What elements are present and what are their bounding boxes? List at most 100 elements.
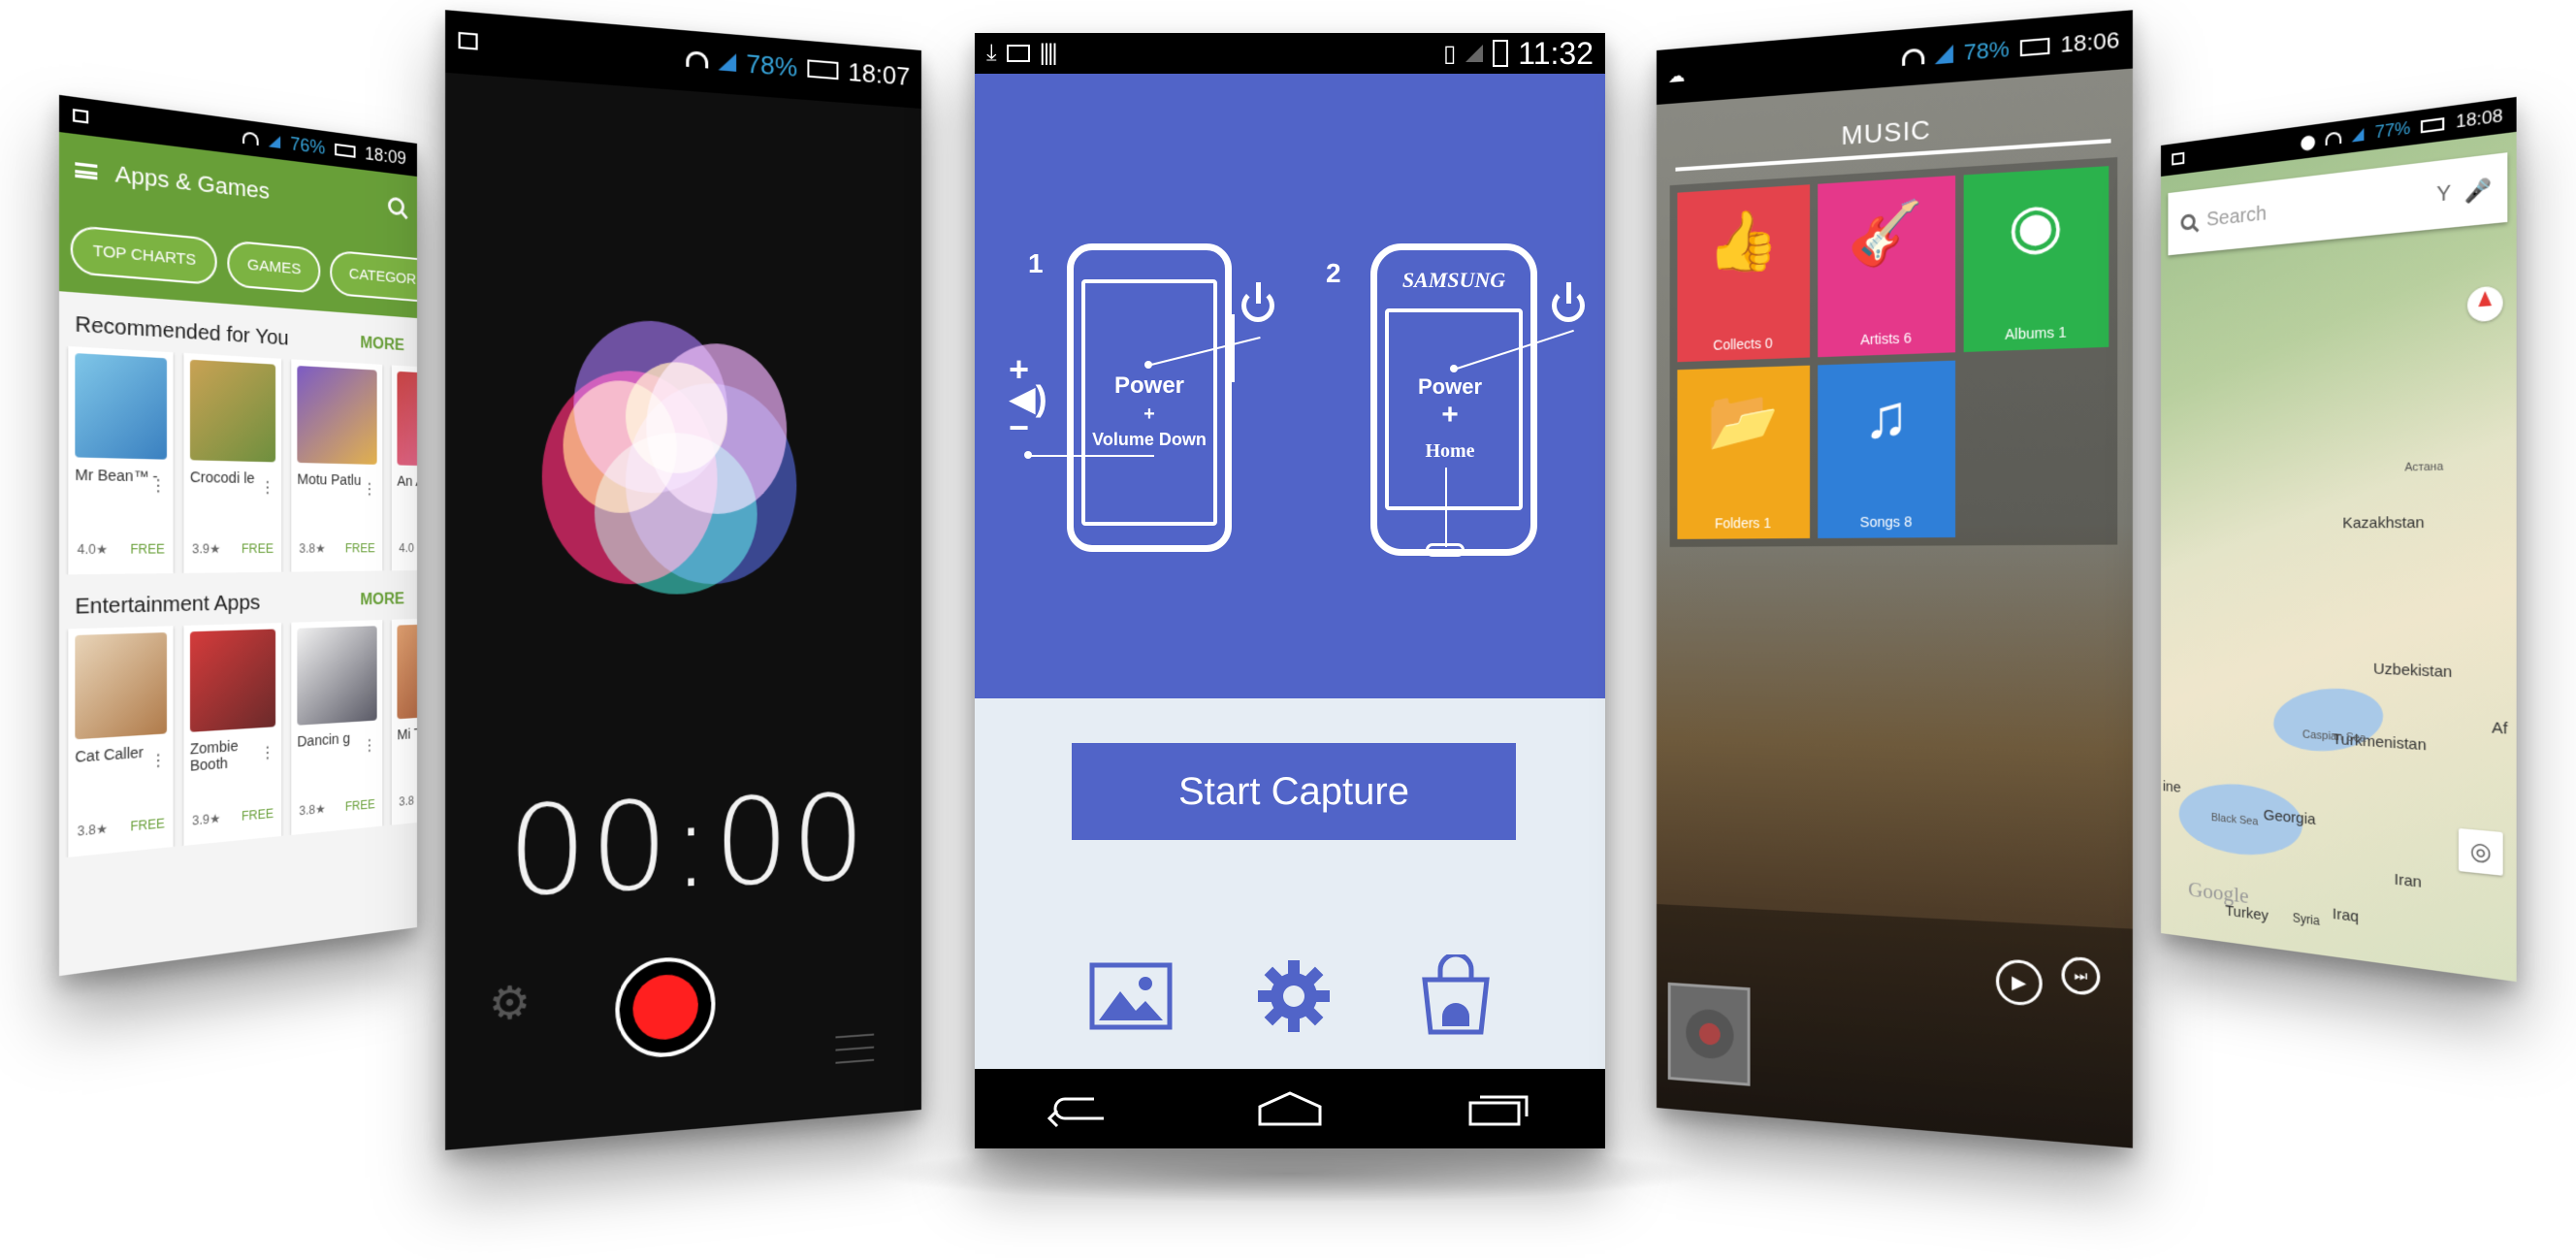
- thumbs-up-icon: 👍: [1706, 206, 1780, 276]
- my-location-icon[interactable]: ◎: [2458, 827, 2503, 876]
- list-menu-icon[interactable]: [835, 1033, 875, 1064]
- home-icon[interactable]: [1256, 1089, 1324, 1128]
- next-icon[interactable]: ⏭: [2061, 955, 2101, 996]
- maps-phone: ⬤ 77% 18:08 Kazakhstan Uzbekistan Turkme…: [2161, 96, 2517, 983]
- signal-icon: [1934, 44, 1953, 65]
- back-icon[interactable]: [1046, 1089, 1113, 1128]
- more-button[interactable]: MORE: [360, 591, 404, 609]
- overflow-menu-icon[interactable]: ⋮: [149, 752, 167, 771]
- app-card[interactable]: Zombie Booth ⋮ 3.9★ FREE: [183, 623, 282, 846]
- settings-gear-icon[interactable]: [1256, 958, 1332, 1034]
- directions-icon[interactable]: Y: [2436, 181, 2451, 208]
- status-time: 18:06: [2060, 26, 2120, 58]
- tile-artists[interactable]: 🎸 Artists 6: [1817, 175, 1956, 358]
- app-card[interactable]: Dancin g ⋮ 3.8★ FREE: [291, 620, 383, 835]
- tile-collects[interactable]: 👍 Collects 0: [1677, 184, 1810, 363]
- app-card[interactable]: Mi Th 3.8: [391, 619, 418, 825]
- app-card[interactable]: Mr Bean™ - ⋮ 4.0★ FREE: [68, 345, 174, 575]
- music-note-icon: ♫: [1863, 382, 1909, 451]
- app-thumbnail: [75, 631, 168, 740]
- tile-albums[interactable]: ◉ Albums 1: [1964, 166, 2109, 352]
- app-rating: 3.9★: [192, 541, 221, 557]
- start-capture-button[interactable]: Start Capture: [1072, 743, 1516, 840]
- tile-label: Albums 1: [2005, 323, 2067, 343]
- section-recommended: Recommended for You MORE Mr Bean™ - ⋮ 4.…: [59, 302, 418, 575]
- wifi-icon: [2325, 131, 2342, 146]
- app-name: Mi Th: [397, 725, 418, 743]
- play-icon[interactable]: ▶: [1995, 958, 2043, 1007]
- wifi-icon: [1902, 48, 1925, 66]
- place-label: Iraq: [2332, 905, 2359, 926]
- tile-label: Artists 6: [1860, 329, 1912, 348]
- signal-icon: [718, 51, 737, 72]
- home-label: Home: [1425, 440, 1475, 462]
- section-entertainment: Entertainment Apps MORE Cat Caller ⋮ 3.8…: [59, 580, 418, 858]
- playstore-phone: 76% 18:09 Apps & Games TOP CHARTS GAMES …: [58, 94, 418, 977]
- gallery-icon[interactable]: [1089, 962, 1173, 1030]
- overflow-menu-icon[interactable]: ⋮: [260, 744, 275, 762]
- app-name: An An: [397, 472, 417, 490]
- search-icon[interactable]: [388, 196, 404, 216]
- vinyl-icon: ◉: [2008, 189, 2064, 262]
- place-label-small: Af: [2492, 719, 2508, 739]
- record-button[interactable]: [615, 954, 716, 1061]
- tile-label: Collects 0: [1713, 335, 1773, 353]
- compass-icon[interactable]: [2466, 285, 2503, 323]
- section-title: Entertainment Apps: [75, 591, 261, 619]
- chip-categories[interactable]: CATEGORIES: [330, 248, 418, 305]
- side-button: [1225, 314, 1235, 382]
- overflow-menu-icon[interactable]: ⋮: [362, 481, 376, 499]
- search-input[interactable]: Search: [2206, 184, 2424, 232]
- app-card[interactable]: Motu Patlu ⋮ 3.8★ FREE: [291, 359, 383, 572]
- tile-songs[interactable]: ♫ Songs 8: [1817, 360, 1956, 538]
- battery-icon: [807, 59, 839, 81]
- app-thumbnail: [189, 359, 276, 463]
- place-label-small: Астана: [2404, 460, 2444, 474]
- app-price: FREE: [344, 541, 375, 556]
- power-label: Power: [1113, 372, 1185, 399]
- recent-apps-icon[interactable]: [1466, 1089, 1534, 1128]
- app-rating: 3.8: [399, 793, 414, 809]
- app-price: FREE: [130, 541, 165, 557]
- app-thumbnail: [297, 626, 377, 726]
- app-thumbnail: [297, 366, 377, 465]
- battery-percent: 78%: [746, 48, 798, 82]
- vibrate-icon: ▯: [1443, 40, 1457, 67]
- more-button[interactable]: MORE: [360, 335, 404, 355]
- battery-percent: 76%: [290, 133, 326, 158]
- overflow-menu-icon[interactable]: ⋮: [149, 477, 167, 496]
- settings-gear-icon[interactable]: ⚙: [489, 976, 531, 1031]
- microphone-icon[interactable]: 🎤: [2464, 176, 2492, 206]
- app-thumbnail: [75, 353, 168, 460]
- album-art[interactable]: [1667, 982, 1751, 1086]
- app-card[interactable]: Crocodi le ⋮ 3.9★ FREE: [183, 352, 282, 573]
- battery-icon: [2421, 116, 2445, 134]
- image-notification-icon: [73, 109, 89, 124]
- battery-percent: 77%: [2374, 117, 2411, 143]
- overflow-menu-icon[interactable]: ⋮: [260, 479, 275, 497]
- status-time: 18:09: [365, 143, 406, 169]
- tile-folders[interactable]: 📂 Folders 1: [1677, 365, 1810, 539]
- hamburger-menu-icon[interactable]: [75, 162, 98, 180]
- music-phone: ☁ 78% 18:06 MUSIC 👍 Collects 0 🎸 Artists…: [1657, 10, 2133, 1148]
- app-card[interactable]: An An 4.0: [391, 365, 418, 571]
- chip-games[interactable]: GAMES: [227, 239, 321, 294]
- volume-down-label: Volume Down: [1092, 430, 1207, 449]
- map-canvas[interactable]: Kazakhstan Uzbekistan Turkmenistan Georg…: [2161, 131, 2517, 983]
- store-bag-icon[interactable]: [1419, 954, 1493, 1036]
- folder-icon: 📂: [1706, 386, 1780, 454]
- app-card[interactable]: Cat Caller ⋮ 3.8★ FREE: [68, 626, 174, 857]
- app-thumbnail: [189, 629, 276, 732]
- place-label: Kazakhstan: [2342, 513, 2425, 533]
- status-time: 11:32: [1518, 35, 1594, 71]
- app-rating: 3.8★: [299, 801, 326, 819]
- power-icon: [1552, 282, 1585, 322]
- status-time: 18:08: [2456, 105, 2503, 133]
- color-blob-logo: [531, 316, 797, 626]
- floor-shadow: [873, 1145, 1707, 1203]
- image-notification-icon: [458, 31, 478, 50]
- chip-top-charts[interactable]: TOP CHARTS: [70, 224, 217, 285]
- wifi-icon: [242, 131, 259, 146]
- overflow-menu-icon[interactable]: ⋮: [362, 737, 376, 755]
- battery-percent: 78%: [1963, 35, 2010, 66]
